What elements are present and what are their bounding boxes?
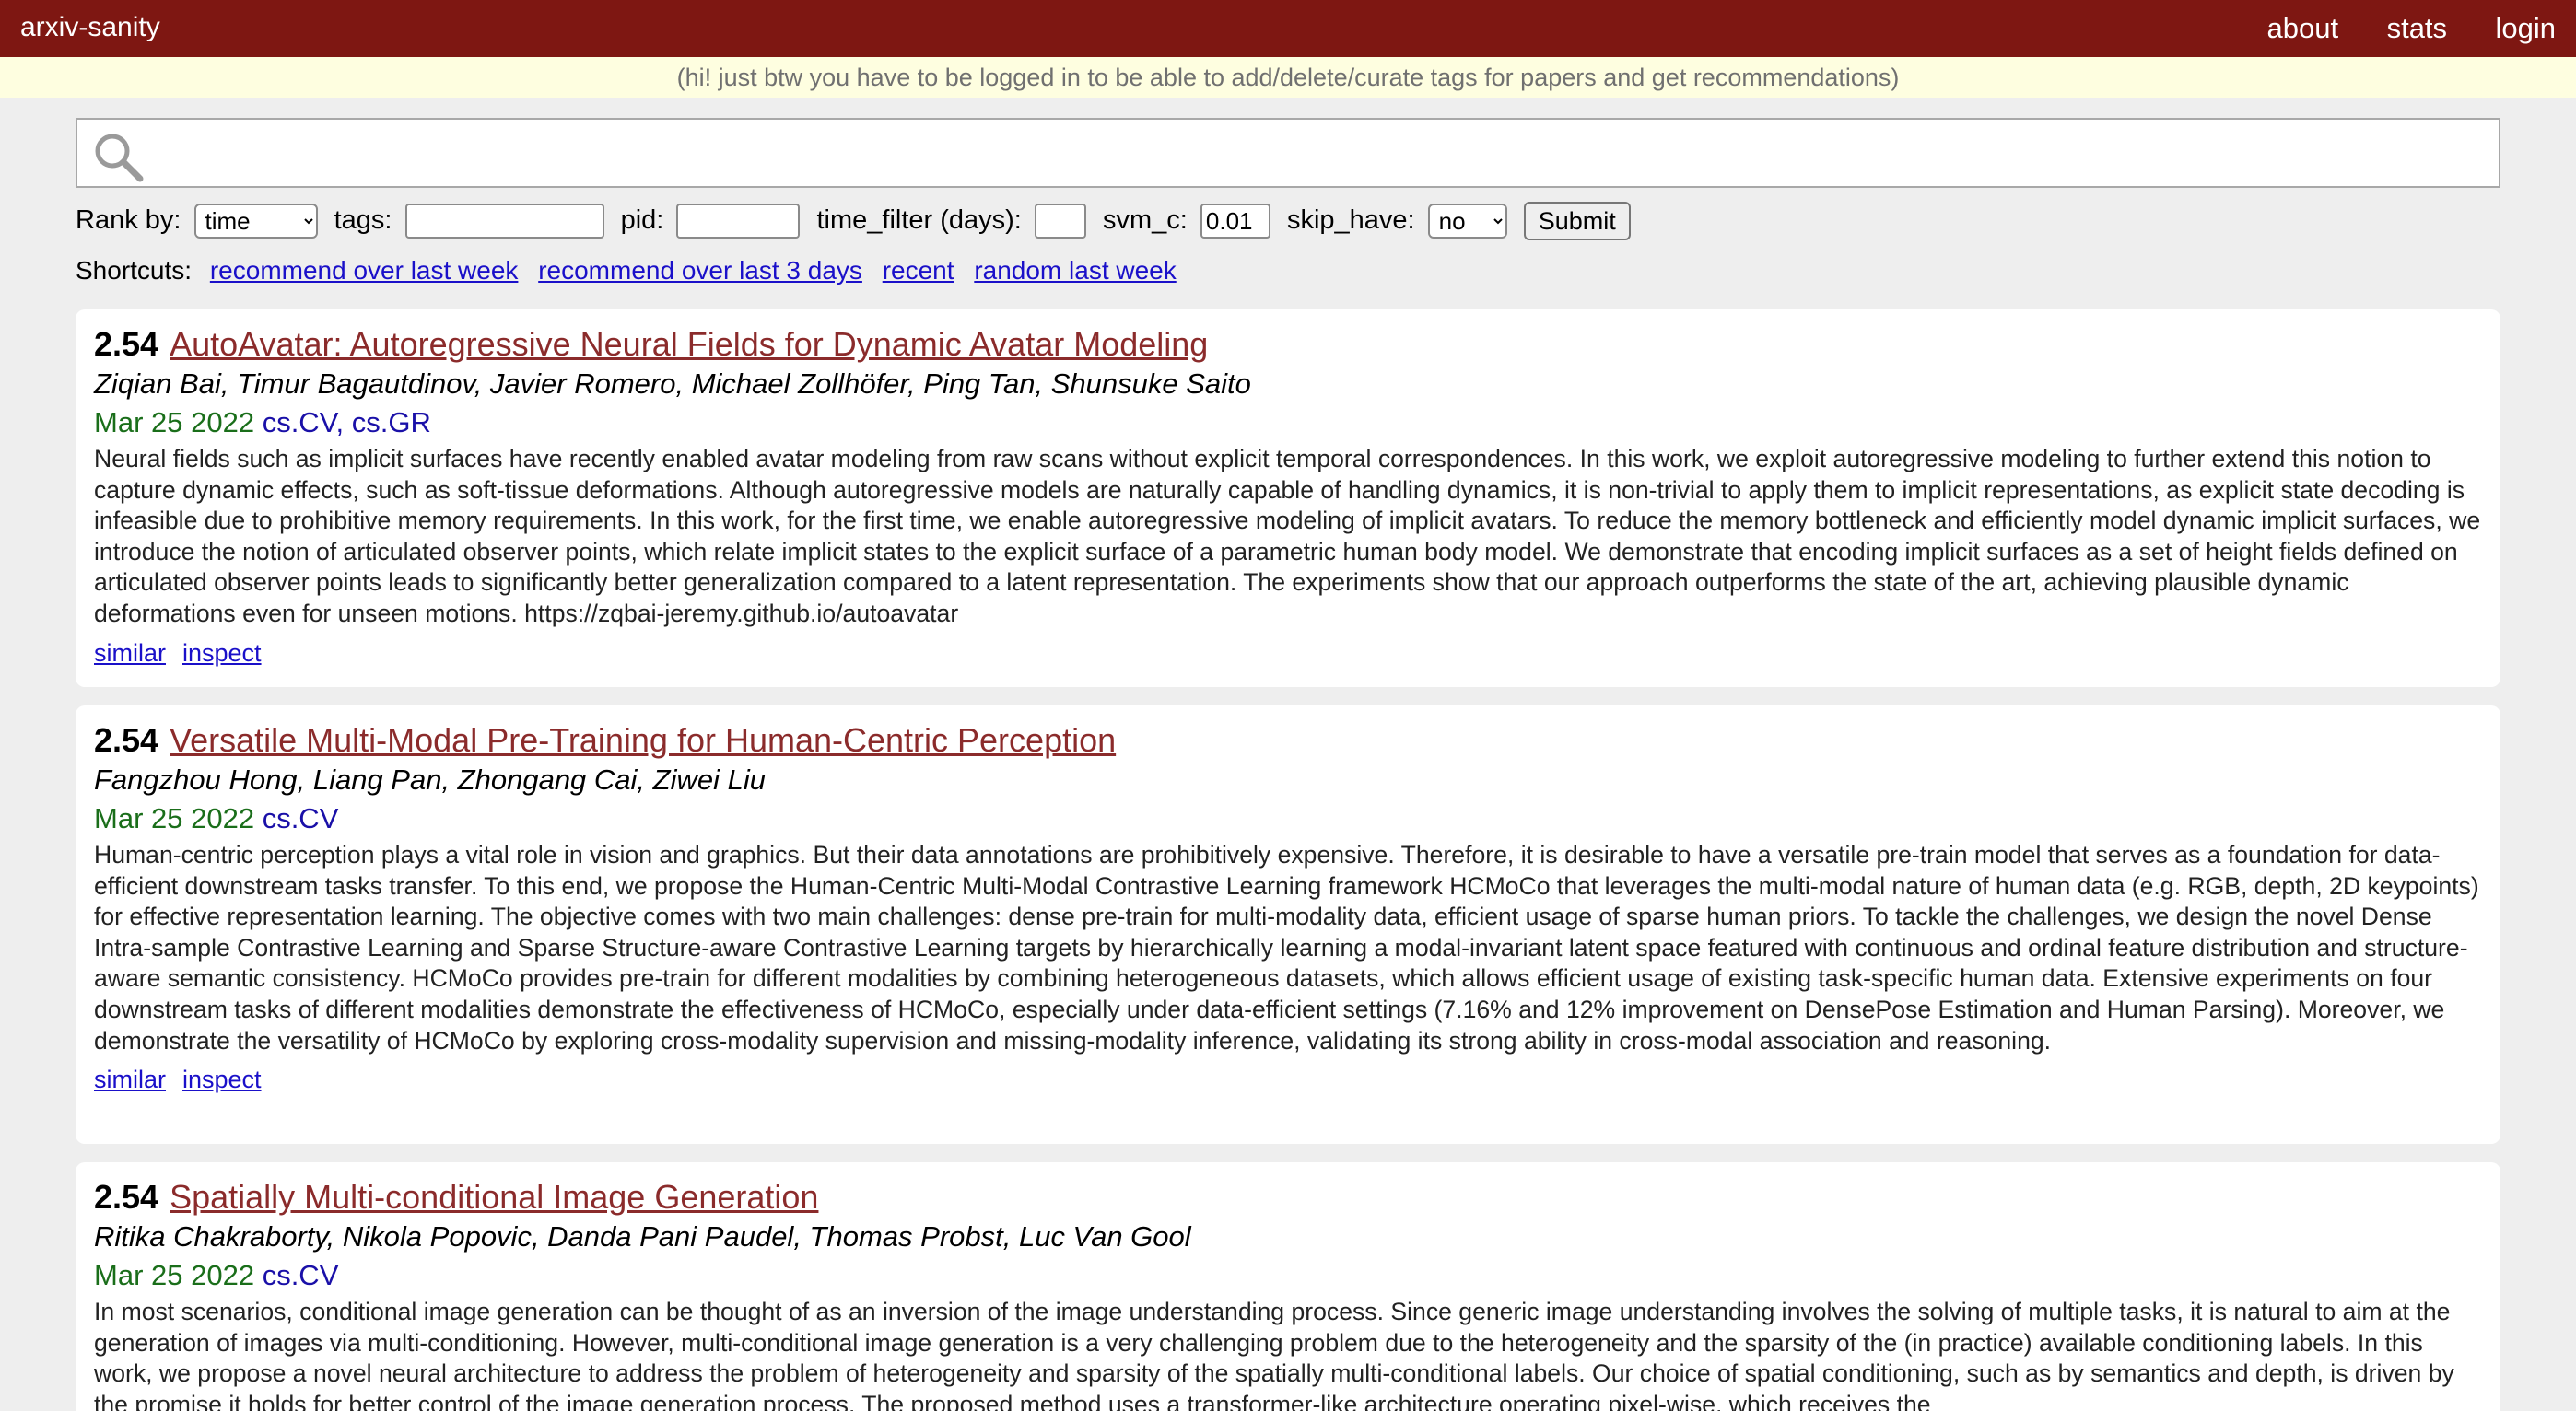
paper-abstract: In most scenarios, conditional image gen… [94, 1298, 2454, 1411]
paper-score: 2.54 [94, 1178, 159, 1216]
paper-card: 2.54 AutoAvatar: Autoregressive Neural Fi… [76, 309, 2500, 687]
svm-c-input[interactable] [1200, 204, 1270, 239]
tags-label: tags: [334, 205, 392, 235]
paper-abstract: Neural fields such as implicit surfaces … [94, 445, 2481, 627]
skip-have-label: skip_have: [1286, 205, 1415, 235]
inspect-link[interactable]: inspect [182, 639, 262, 667]
paper-title-link[interactable]: Spatially Multi-conditional Image Genera… [170, 1178, 818, 1216]
nav-stats-link[interactable]: stats [2387, 12, 2447, 44]
pid-input[interactable] [676, 204, 801, 239]
svm-c-label: svm_c: [1102, 205, 1188, 235]
rank-by-select[interactable]: time [193, 204, 318, 239]
nav-login-link[interactable]: login [2496, 12, 2557, 44]
paper-date: Mar 25 2022 [94, 802, 255, 834]
similar-link[interactable]: similar [94, 639, 166, 667]
paper-title-link[interactable]: Versatile Multi-Modal Pre-Training for H… [170, 721, 1116, 759]
search-input[interactable] [158, 125, 2484, 182]
paper-title-line: 2.54 Spatially Multi-conditional Image Ge… [94, 1175, 2482, 1219]
time-filter-input[interactable] [1034, 204, 1086, 239]
top-bar: arxiv-sanity about stats login [0, 0, 2576, 57]
shortcut-recommend-week-link[interactable]: recommend over last week [210, 256, 519, 285]
paper-tags: cs.CV [262, 802, 339, 834]
shortcut-recent-link[interactable]: recent [883, 256, 954, 285]
paper-title-link[interactable]: AutoAvatar: Autoregressive Neural Fields… [170, 325, 1208, 363]
search-icon [95, 134, 144, 182]
pid-label: pid: [620, 205, 664, 235]
paper-score: 2.54 [94, 325, 159, 363]
top-nav: about stats login [2245, 11, 2576, 46]
paper-title-line: 2.54 AutoAvatar: Autoregressive Neural Fi… [94, 322, 2482, 367]
skip-have-select[interactable]: no [1427, 204, 1507, 239]
nav-about-link[interactable]: about [2267, 12, 2339, 44]
time-filter-label: time_filter (days): [816, 205, 1022, 235]
rank-by-label: Rank by: [76, 205, 181, 235]
paper-links: similar inspect [94, 634, 2482, 672]
inspect-link[interactable]: inspect [182, 1066, 262, 1093]
paper-authors: Ritika Chakraborty, Nikola Popovic, Dand… [94, 1220, 1191, 1253]
paper-authors: Ziqian Bai, Timur Bagautdinov, Javier Ro… [94, 367, 1251, 400]
paper-abstract: Human-centric perception plays a vital r… [94, 841, 2479, 1055]
paper-date: Mar 25 2022 [94, 1259, 255, 1291]
paper-date: Mar 25 2022 [94, 406, 255, 438]
paper-links: similar inspect [94, 1060, 2482, 1099]
paper-meta: Mar 25 2022 cs.CV [94, 798, 2482, 840]
paper-meta: Mar 25 2022 cs.CV [94, 1254, 2482, 1297]
paper-authors: Fangzhou Hong, Liang Pan, Zhongang Cai, … [94, 764, 766, 796]
paper-tags: cs.CV [262, 1259, 339, 1291]
paper-card: 2.54 Spatially Multi-conditional Image Ge… [76, 1162, 2500, 1411]
shortcuts-label: Shortcuts: [76, 256, 193, 285]
submit-button[interactable]: Submit [1523, 202, 1631, 241]
shortcuts-bar: Shortcuts: recommend over last week reco… [76, 252, 1177, 289]
paper-tags: cs.CV, cs.GR [262, 406, 431, 438]
search-box [76, 118, 2500, 188]
paper-meta: Mar 25 2022 cs.CV, cs.GR [94, 402, 2482, 444]
brand-link[interactable]: arxiv-sanity [20, 11, 160, 44]
shortcut-random-week-link[interactable]: random last week [974, 256, 1176, 285]
paper-title-line: 2.54 Versatile Multi-Modal Pre-Training f… [94, 718, 2482, 763]
login-notice: (hi! just btw you have to be logged in t… [0, 57, 2576, 98]
tags-input[interactable] [404, 204, 604, 239]
paper-card: 2.54 Versatile Multi-Modal Pre-Training f… [76, 706, 2500, 1144]
paper-score: 2.54 [94, 721, 159, 759]
similar-link[interactable]: similar [94, 1066, 166, 1093]
shortcut-recommend-3days-link[interactable]: recommend over last 3 days [538, 256, 862, 285]
rank-controls: Rank by: time tags: pid: time_filter (da… [76, 201, 2563, 241]
